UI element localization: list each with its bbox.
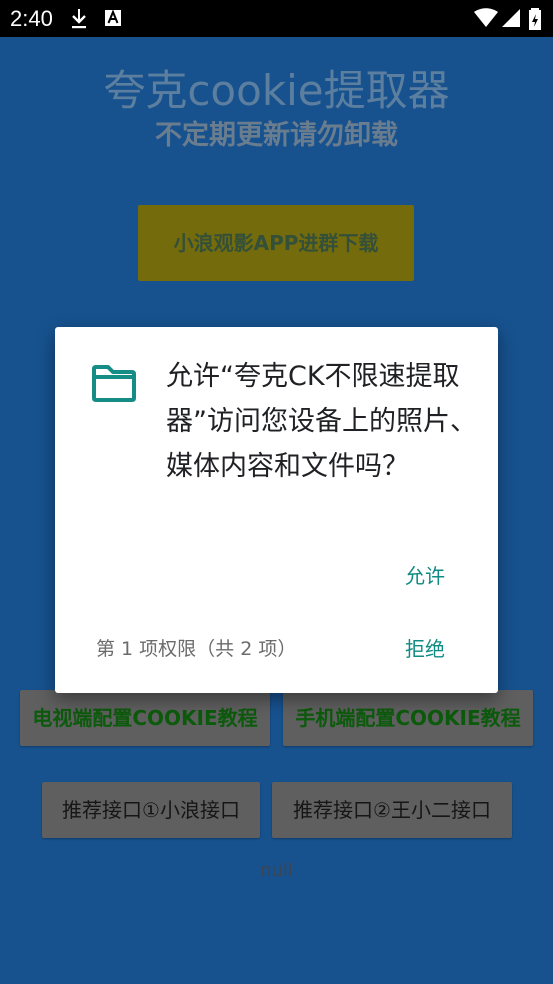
deny-button[interactable]: 拒绝 [405,634,445,664]
app-subtitle: 不定期更新请勿卸载 [155,120,398,151]
status-text: null [260,860,293,881]
recommended-api-2-button[interactable]: 推荐接口②王小二接口 [272,782,512,838]
permission-message: 允许“夸克CK不限速提取器”访问您设备上的照片、媒体内容和文件吗？ [166,361,477,482]
status-time: 2:40 [10,6,53,31]
phone-cookie-tutorial-button[interactable]: 手机端配置COOKIE教程 [283,690,533,746]
allow-button[interactable]: 允许 [405,561,445,591]
status-bar: 2:40 [0,0,553,37]
join-group-download-button[interactable]: 小浪观影APP进群下载 [138,205,414,281]
recommended-api-1-button[interactable]: 推荐接口①小浪接口 [42,782,260,838]
permission-count: 第 1 项权限（共 2 项） [96,638,297,660]
app-title: 夸克cookie提取器 [103,66,450,115]
tv-cookie-tutorial-button[interactable]: 电视端配置COOKIE教程 [20,690,270,746]
signal-icon [502,9,520,27]
battery-icon [529,8,541,30]
permission-dialog: 允许“夸克CK不限速提取器”访问您设备上的照片、媒体内容和文件吗？ 允许 第 1… [55,327,498,693]
folder-icon [92,365,136,402]
download-icon [72,9,86,29]
a-letter-icon [105,9,121,26]
wifi-icon [474,8,498,27]
